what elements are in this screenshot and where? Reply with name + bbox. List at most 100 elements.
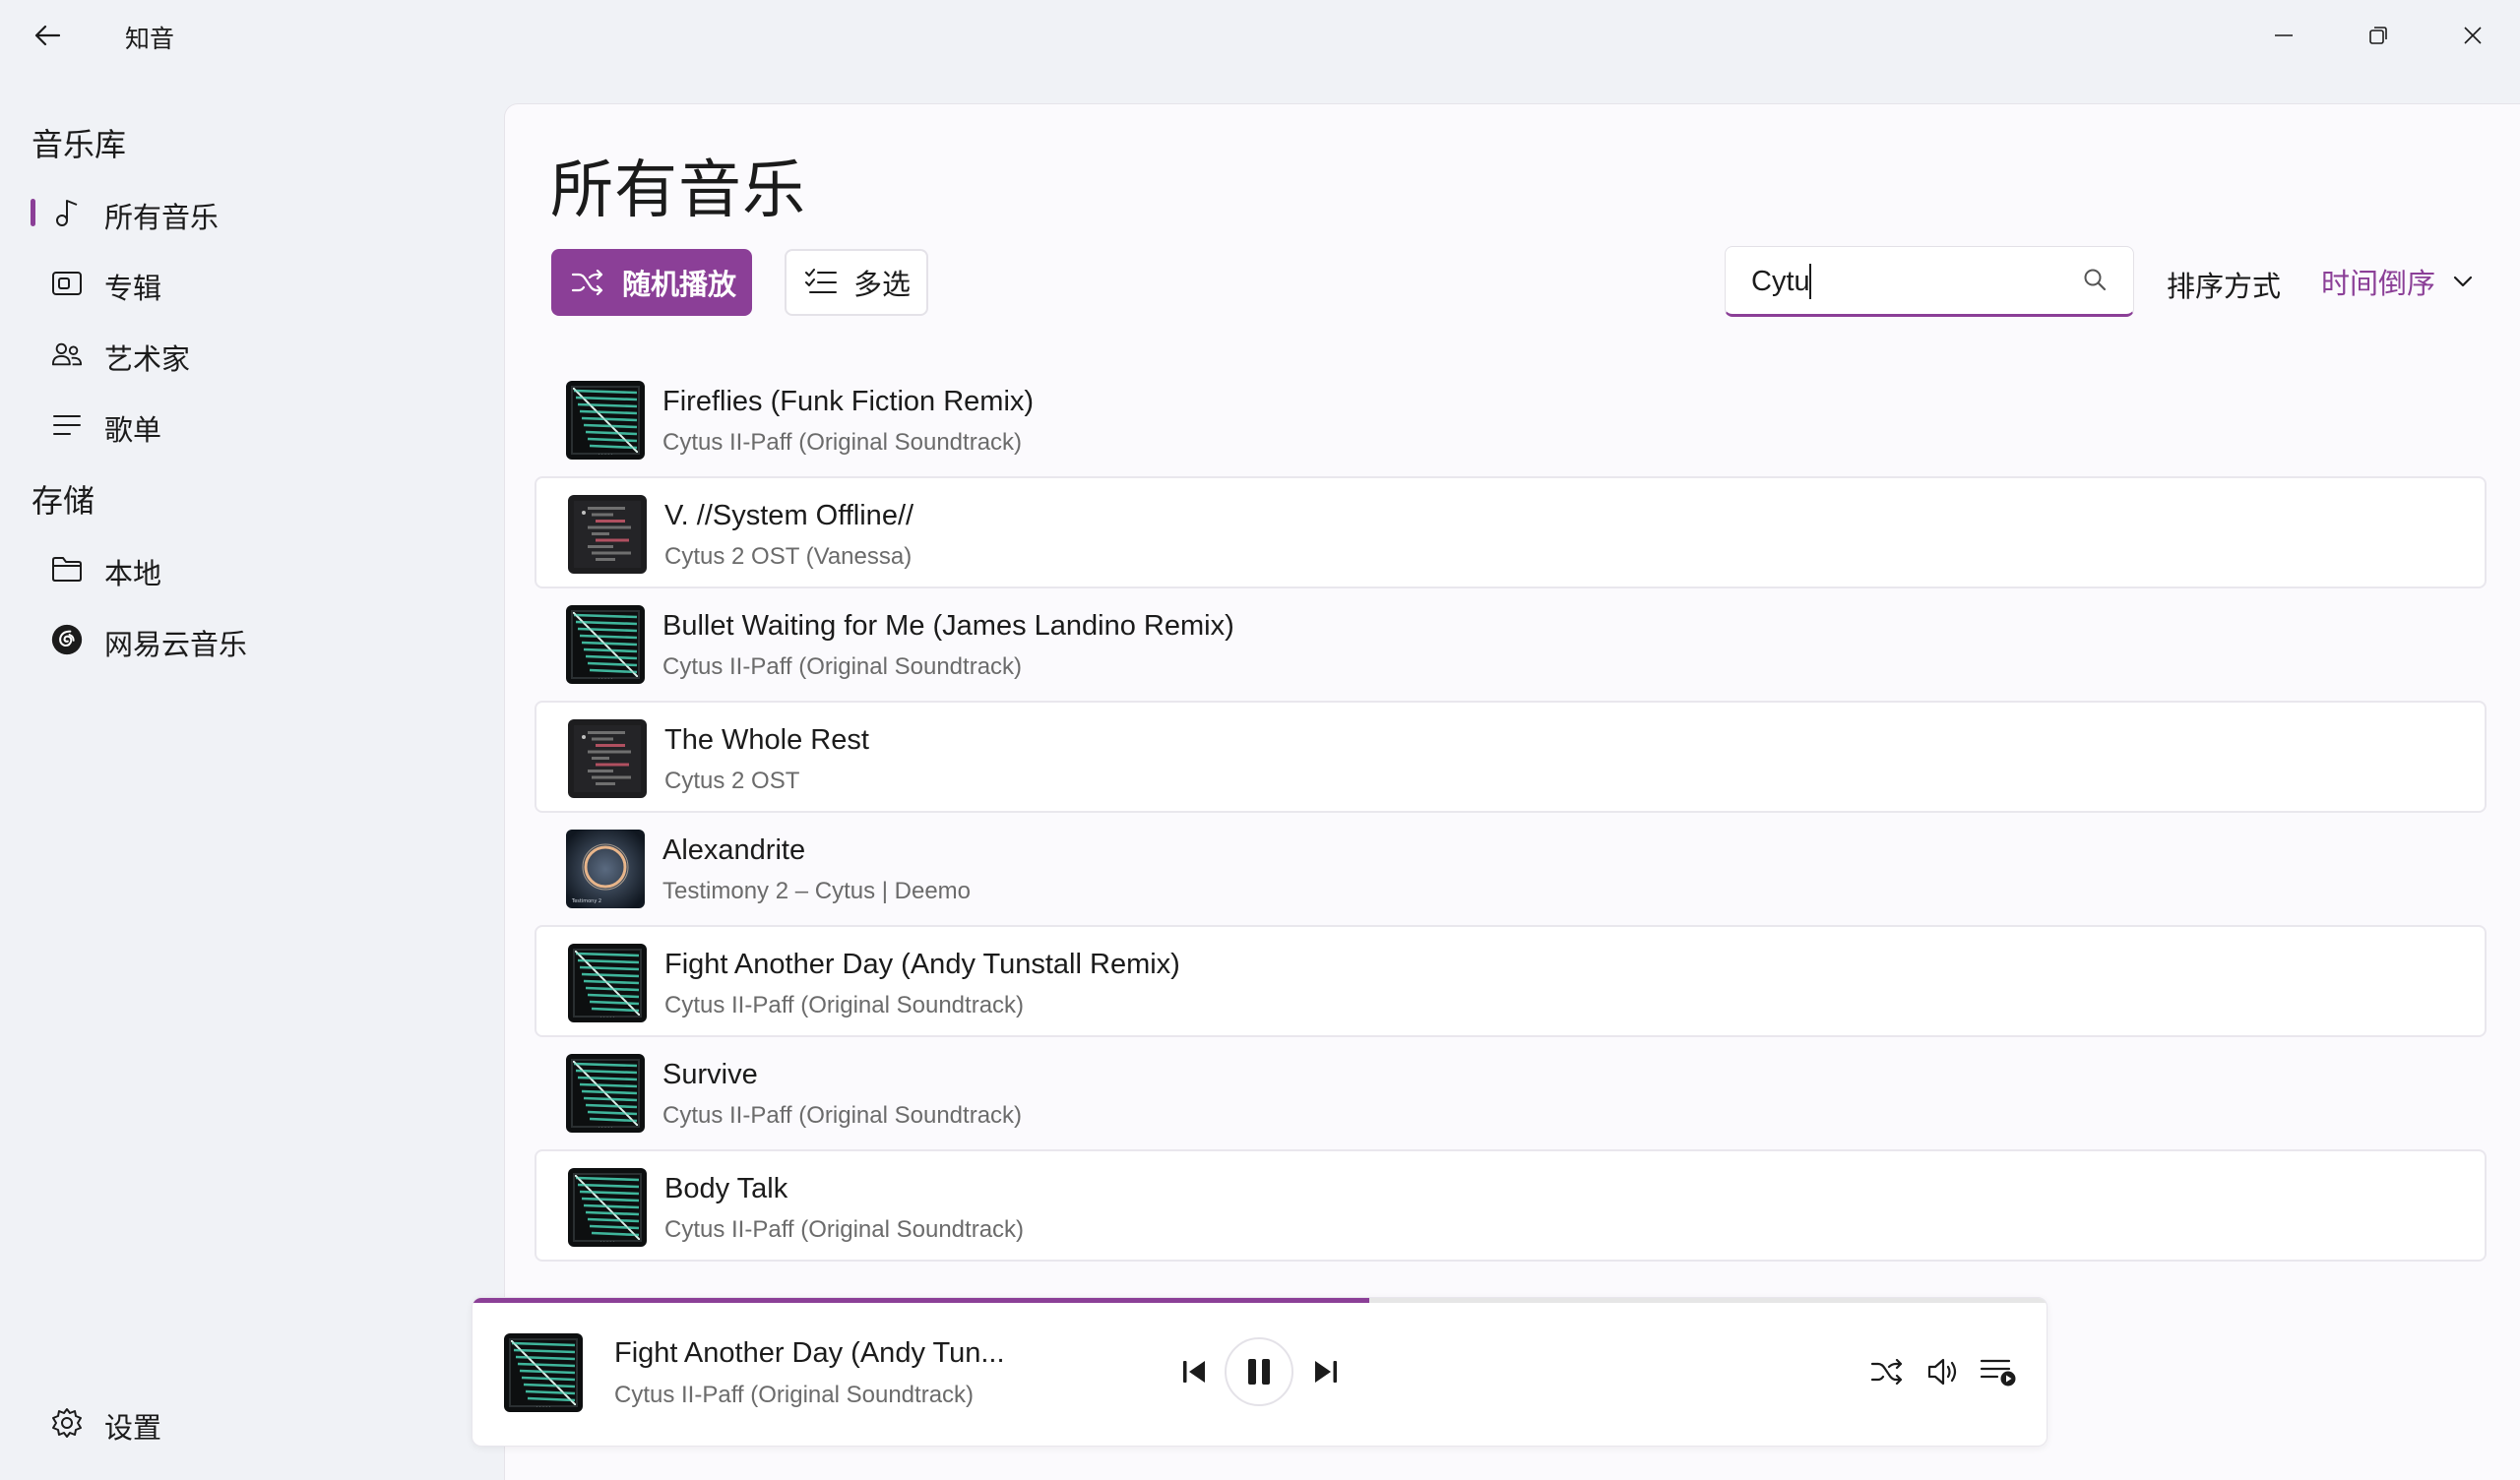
svg-text:· · · · ·: · · · · · [600, 1239, 615, 1245]
play-pause-button[interactable] [1225, 1337, 1293, 1406]
minimize-icon [2275, 34, 2293, 36]
song-row[interactable]: Testimony 2 Alexandrite Testimony 2 – Cytu… [535, 813, 2487, 925]
svg-text:· · · · ·: · · · · · [598, 676, 613, 682]
album-cover: · · · · · [566, 605, 645, 684]
active-indicator [31, 199, 35, 226]
restore-icon [2369, 27, 2387, 44]
back-button[interactable] [24, 14, 71, 57]
shuffle-icon [1870, 1359, 1903, 1385]
song-album: Cytus 2 OST (Vanessa) [664, 543, 913, 570]
sidebar-item-settings[interactable]: 设置 [16, 1391, 478, 1452]
song-row[interactable]: The Whole Rest Cytus 2 OST [535, 701, 2487, 813]
song-title: Fireflies (Funk Fiction Remix) [662, 386, 1035, 417]
sidebar: 音乐库 所有音乐 专辑 艺术家 歌单 存储 本地 网易云音乐 设置 [0, 71, 497, 1480]
gear-icon [51, 1407, 83, 1439]
sidebar-item-label: 网易云音乐 [104, 628, 248, 661]
volume-button[interactable] [1921, 1349, 1966, 1394]
shuffle-play-label: 随机播放 [622, 268, 737, 301]
song-album: Cytus II-Paff (Original Soundtrack) [662, 1102, 1023, 1129]
svg-text:· · · · ·: · · · · · [600, 1015, 615, 1020]
player-bar: · · · · · Fight Another Day (Andy Tun...… [472, 1297, 2048, 1447]
list-icon [51, 409, 83, 441]
album-cover: · · · · · [568, 1168, 647, 1247]
chevron-down-icon [2453, 275, 2473, 288]
sidebar-item-label: 本地 [104, 557, 162, 590]
now-playing-album: Cytus II-Paff (Original Soundtrack) [614, 1382, 975, 1408]
album-cover [568, 495, 647, 574]
svg-text:· · · · ·: · · · · · [598, 452, 613, 458]
netease-cloud-icon [51, 624, 83, 655]
song-title: Alexandrite [662, 834, 806, 866]
song-album: Testimony 2 – Cytus | Deemo [662, 878, 972, 904]
now-playing-title: Fight Another Day (Andy Tun... [614, 1337, 1005, 1369]
library-header: 音乐库 [32, 126, 127, 163]
restore-button[interactable] [2347, 10, 2410, 61]
song-row[interactable]: · · · · · Fireflies (Funk Fiction Remix) C… [535, 364, 2487, 476]
sort-value: 时间倒序 [2321, 267, 2436, 300]
song-row[interactable]: · · · · · Survive Cytus II-Paff (Original … [535, 1037, 2487, 1149]
sidebar-item-playlists[interactable]: 歌单 [16, 394, 478, 455]
svg-text:· · · · ·: · · · · · [598, 1125, 613, 1131]
song-row[interactable]: · · · · · Bullet Waiting for Me (James La… [535, 588, 2487, 701]
album-cover: · · · · · [566, 1054, 645, 1133]
sort-label: 排序方式 [2167, 270, 2282, 303]
song-row[interactable]: V. //System Offline// Cytus 2 OST (Vaness… [535, 476, 2487, 588]
song-title: The Whole Rest [664, 724, 869, 756]
search-icon[interactable] [2082, 267, 2108, 292]
skip-next-icon [1315, 1361, 1337, 1383]
search-box[interactable] [1725, 246, 2134, 317]
shuffle-icon [571, 270, 603, 295]
song-title: Survive [662, 1059, 758, 1090]
multiselect-button[interactable]: 多选 [785, 249, 928, 316]
people-icon [51, 339, 83, 370]
sidebar-item-label: 专辑 [104, 272, 162, 305]
multiselect-label: 多选 [853, 268, 912, 301]
song-title: Body Talk [664, 1173, 788, 1204]
folder-icon [51, 553, 83, 585]
minimize-button[interactable] [2252, 10, 2315, 61]
song-album: Cytus 2 OST [664, 768, 800, 794]
sidebar-item-local[interactable]: 本地 [16, 537, 478, 598]
music-note-icon [51, 197, 83, 228]
sidebar-item-label: 设置 [104, 1411, 162, 1445]
song-row[interactable]: · · · · · Fight Another Day (Andy Tunstal… [535, 925, 2487, 1037]
previous-button[interactable] [1171, 1349, 1217, 1394]
queue-button[interactable] [1976, 1349, 2021, 1394]
playlist-queue-icon [1980, 1359, 2016, 1387]
sort-dropdown[interactable]: 时间倒序 [2321, 258, 2473, 305]
sidebar-item-artists[interactable]: 艺术家 [16, 323, 478, 384]
sidebar-item-netease[interactable]: 网易云音乐 [16, 608, 478, 669]
album-cover [568, 719, 647, 798]
svg-text:· · · · ·: · · · · · [536, 1404, 551, 1410]
song-row[interactable]: · · · · · Body Talk Cytus II-Paff (Origina… [535, 1149, 2487, 1262]
search-input[interactable] [1751, 263, 2076, 300]
storage-header: 存储 [32, 482, 95, 520]
song-title: Fight Another Day (Andy Tunstall Remix) [664, 949, 1180, 980]
now-playing-cover[interactable]: · · · · · [504, 1333, 583, 1412]
speaker-icon [1927, 1358, 1957, 1386]
sidebar-item-all-music[interactable]: 所有音乐 [16, 181, 478, 242]
song-album: Cytus II-Paff (Original Soundtrack) [662, 653, 1023, 680]
close-icon [2464, 27, 2482, 44]
sidebar-item-label: 所有音乐 [104, 201, 220, 234]
shuffle-play-button[interactable]: 随机播放 [551, 249, 752, 316]
checklist-icon [805, 269, 837, 293]
sidebar-item-label: 歌单 [104, 413, 162, 447]
progress-fill [472, 1298, 1370, 1303]
close-button[interactable] [2441, 10, 2504, 61]
title-bar: 知音 [0, 0, 2520, 71]
album-cover: Testimony 2 [566, 830, 645, 908]
pause-icon [1248, 1359, 1270, 1385]
page-title: 所有音乐 [550, 154, 806, 227]
sidebar-item-label: 艺术家 [104, 342, 191, 376]
sidebar-item-albums[interactable]: 专辑 [16, 252, 478, 313]
app-title: 知音 [125, 25, 175, 53]
next-button[interactable] [1303, 1349, 1349, 1394]
arrow-left-icon [34, 25, 60, 46]
progress-bar[interactable] [472, 1298, 2047, 1303]
skip-previous-icon [1183, 1361, 1205, 1383]
song-album: Cytus II-Paff (Original Soundtrack) [662, 429, 1023, 456]
album-cover: · · · · · [568, 944, 647, 1022]
text-caret [1809, 264, 1811, 299]
shuffle-toggle[interactable] [1864, 1349, 1910, 1394]
